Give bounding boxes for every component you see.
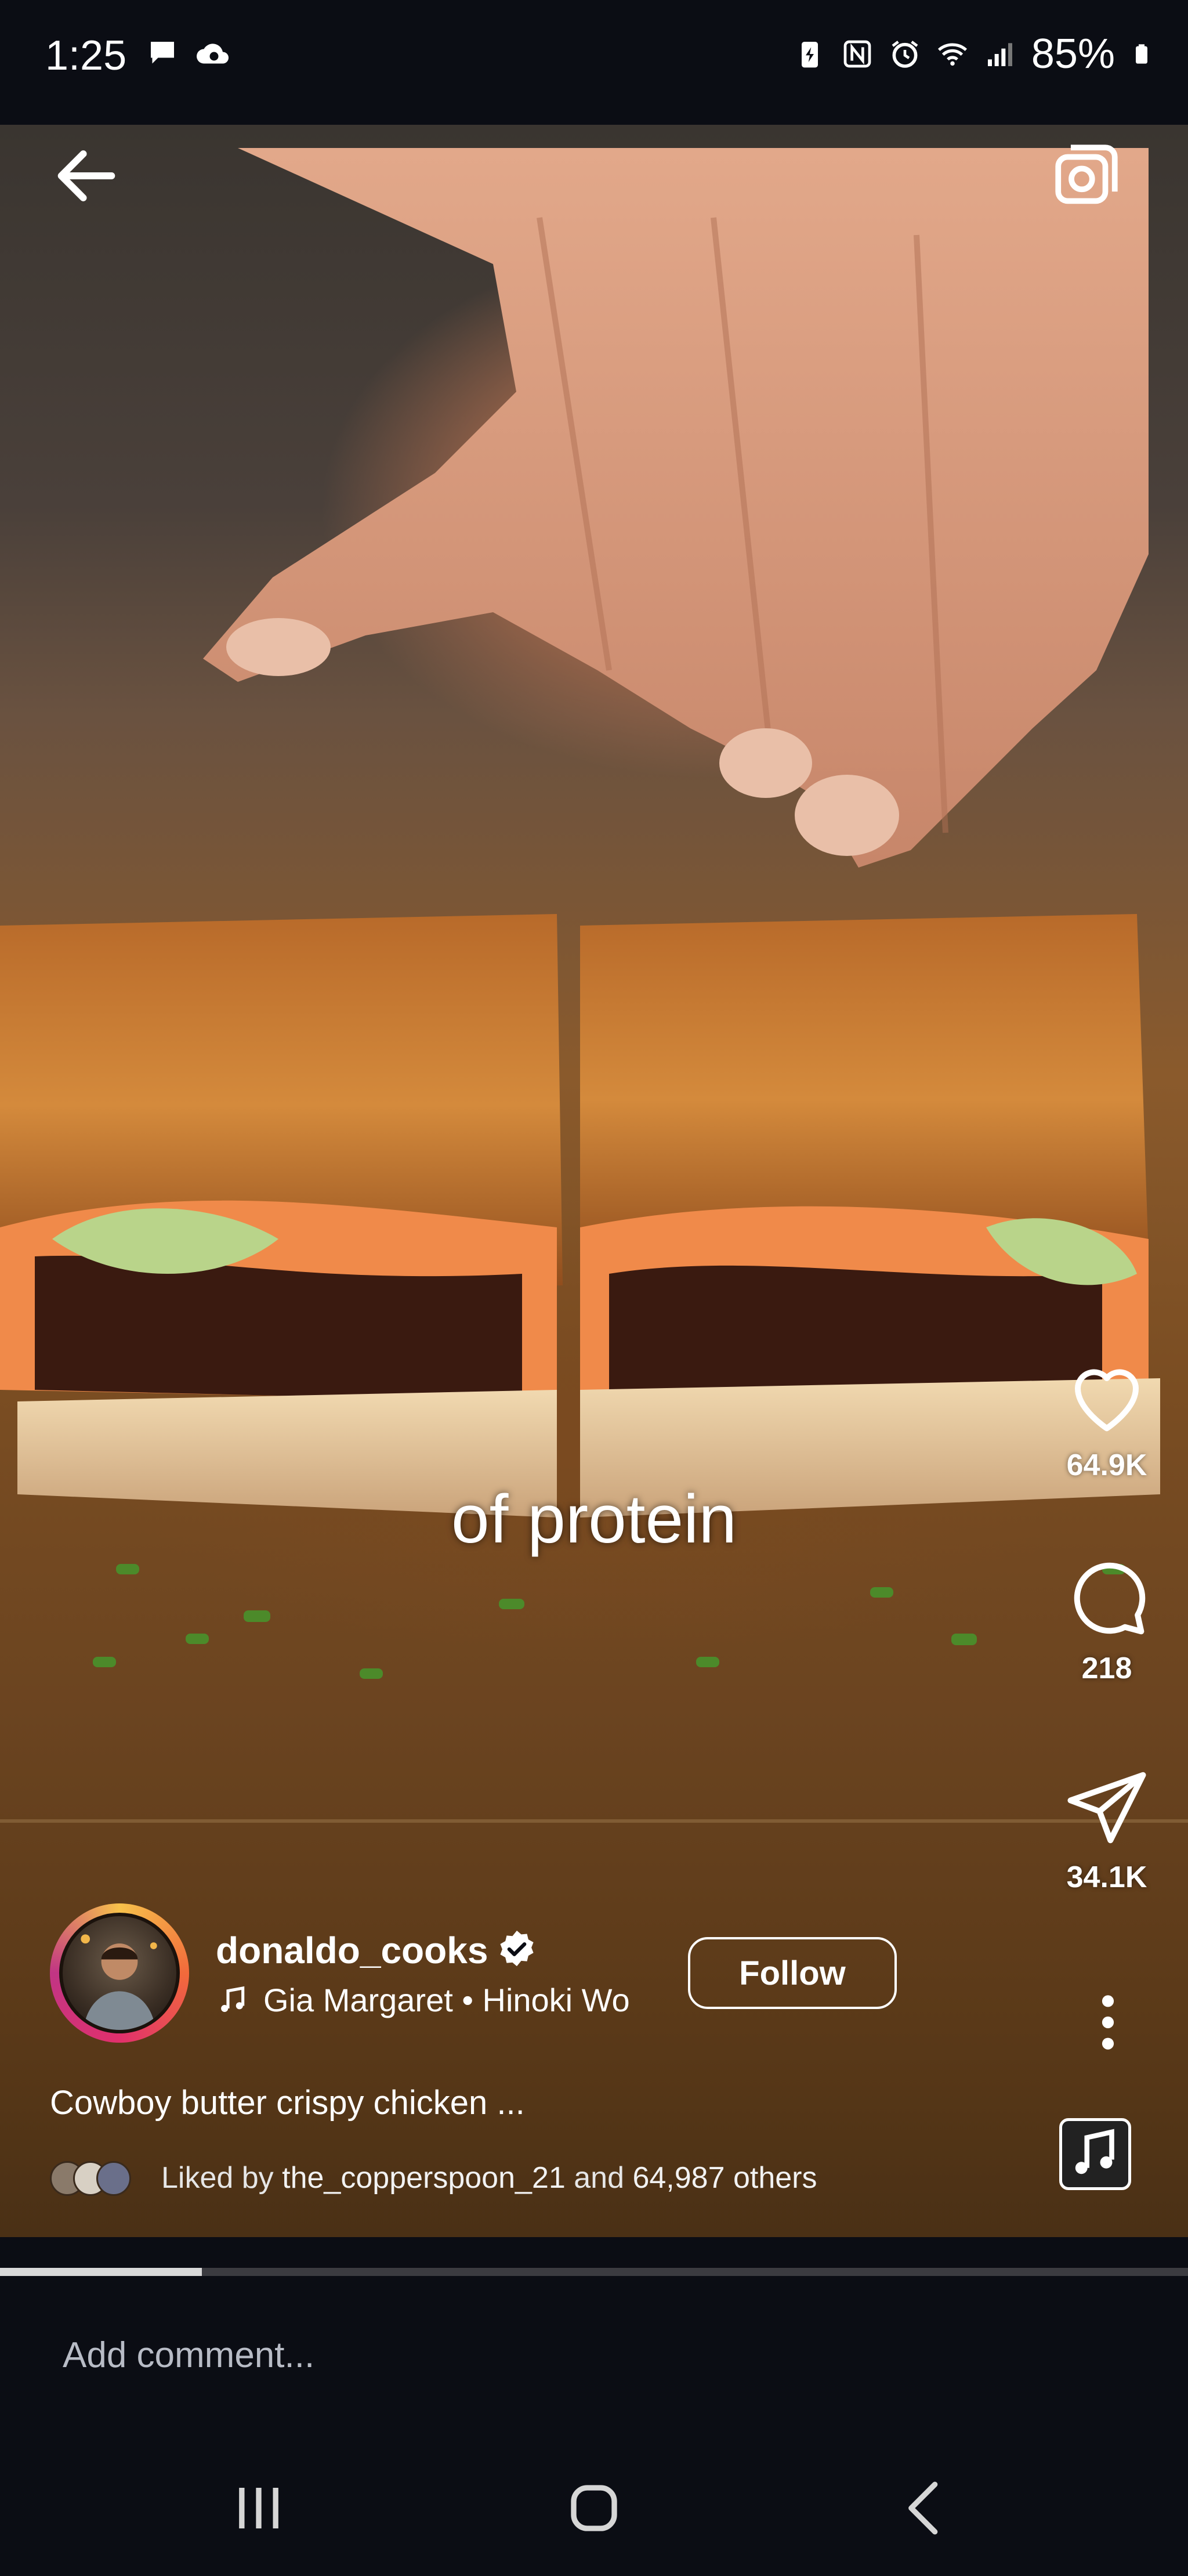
avatar[interactable] (59, 1913, 180, 2033)
heart-icon[interactable] (1063, 1352, 1150, 1439)
liked-by-middle: and (565, 2161, 633, 2195)
liked-by-user[interactable]: the_copperspoon_21 (282, 2161, 566, 2195)
author-username[interactable]: donaldo_cooks (216, 1929, 488, 1972)
battery-icon (1136, 44, 1147, 64)
signal-icon (987, 43, 1012, 66)
likes-count: 64.9K (1066, 1448, 1147, 1482)
wifi-icon (937, 43, 967, 66)
post-caption[interactable]: Cowboy butter crispy chicken ... (50, 2083, 525, 2122)
audio-thumbnail[interactable] (1059, 2118, 1131, 2190)
verified-badge-icon (500, 1930, 534, 1967)
status-time: 1:25 (45, 32, 127, 79)
comment-input[interactable] (61, 2334, 1108, 2376)
comment-action[interactable]: 218 (1049, 1555, 1165, 1686)
home-icon[interactable] (553, 2467, 635, 2549)
video-subtitle: of protein (451, 1481, 737, 1558)
music-title: Gia Margaret • Hinoki Wo (263, 1982, 630, 2018)
video-progress-bar[interactable] (0, 2268, 1188, 2276)
music-attribution[interactable]: Gia Margaret • Hinoki Wo (216, 1981, 703, 2019)
shares-count: 34.1K (1066, 1860, 1147, 1894)
avatar-story-ring[interactable] (50, 1903, 189, 2043)
nfc-icon (843, 40, 871, 68)
send-icon[interactable] (1063, 1764, 1150, 1851)
cloud-icon (197, 44, 229, 64)
author-row: donaldo_cooks Gia Margaret • Hinoki Wo F… (50, 1903, 1036, 2043)
sandwich-image (0, 914, 1160, 1679)
share-action[interactable]: 34.1K (1049, 1764, 1165, 1895)
music-note-icon (1075, 2129, 1114, 2174)
recent-apps-icon[interactable] (218, 2467, 299, 2549)
music-note-icon (221, 1986, 245, 2012)
camera-icon[interactable] (1049, 138, 1124, 214)
hand-image (203, 148, 1149, 868)
follow-button[interactable]: Follow (688, 1937, 897, 2009)
back-icon[interactable] (888, 2467, 969, 2549)
mini-avatar (96, 2161, 131, 2196)
board-edge (0, 1819, 1188, 1823)
liked-by-avatars (50, 2158, 148, 2198)
video-progress-fill (0, 2268, 202, 2276)
liked-by-row[interactable]: Liked by the_copperspoon_21 and 64,987 o… (50, 2158, 817, 2198)
comment-icon[interactable] (1063, 1555, 1150, 1642)
chat-bubble-icon (151, 42, 174, 64)
alarm-icon (892, 41, 918, 68)
avatar-person-icon (81, 1934, 157, 2030)
battery-saver-icon (801, 42, 818, 68)
like-action[interactable]: 64.9K (1049, 1352, 1165, 1483)
status-right: 85% (794, 30, 1153, 78)
status-left-icons (145, 36, 234, 71)
battery-percent: 85% (1031, 31, 1115, 77)
system-nav-bar (0, 2433, 1188, 2576)
liked-by-text: Liked by the_copperspoon_21 and 64,987 o… (161, 2160, 817, 2195)
comments-count: 218 (1081, 1652, 1132, 1685)
liked-by-others[interactable]: 64,987 others (632, 2161, 817, 2195)
more-options-icon[interactable] (1091, 1990, 1125, 2054)
comment-bar (0, 2276, 1188, 2433)
status-bar: 1:25 85% (0, 0, 1188, 116)
back-arrow-icon[interactable] (49, 138, 124, 214)
liked-by-prefix: Liked by (161, 2161, 282, 2195)
